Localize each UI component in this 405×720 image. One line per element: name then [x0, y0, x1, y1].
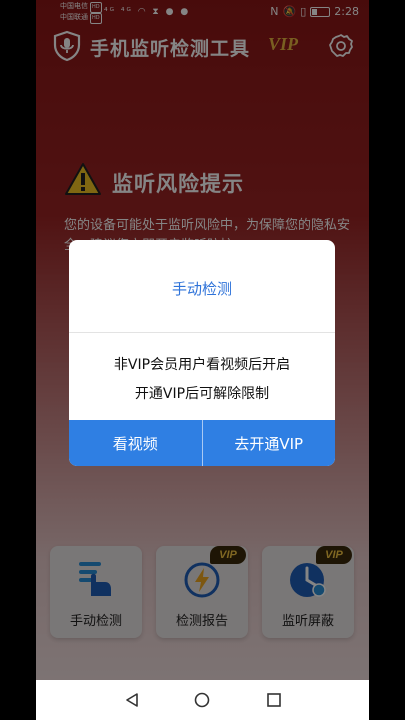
dialog-message-2: 开通VIP后可解除限制	[134, 386, 270, 402]
recent-apps-icon[interactable]	[266, 692, 282, 708]
dialog-buttons: 看视频 去开通VIP	[69, 420, 335, 466]
system-nav-bar	[36, 680, 369, 720]
phone-screen: 中国电信 HD 中国联通 HD ⁴ᴳ ⁴ᴳ ◠ ⧗ ● ● N 🔕 ▯ 2:28 手…	[36, 0, 369, 720]
watch-video-button[interactable]: 看视频	[69, 420, 202, 466]
dialog-divider	[69, 332, 335, 333]
manual-detect-dialog: 手动检测 非VIP会员用户看视频后开启 开通VIP后可解除限制 看视频 去开通V…	[69, 240, 335, 466]
dialog-message-1: 非VIP会员用户看视频后开启	[113, 357, 291, 373]
back-icon[interactable]	[124, 692, 140, 708]
open-vip-button[interactable]: 去开通VIP	[203, 420, 336, 466]
dialog-title: 手动检测	[171, 280, 232, 298]
home-icon[interactable]	[194, 692, 210, 708]
